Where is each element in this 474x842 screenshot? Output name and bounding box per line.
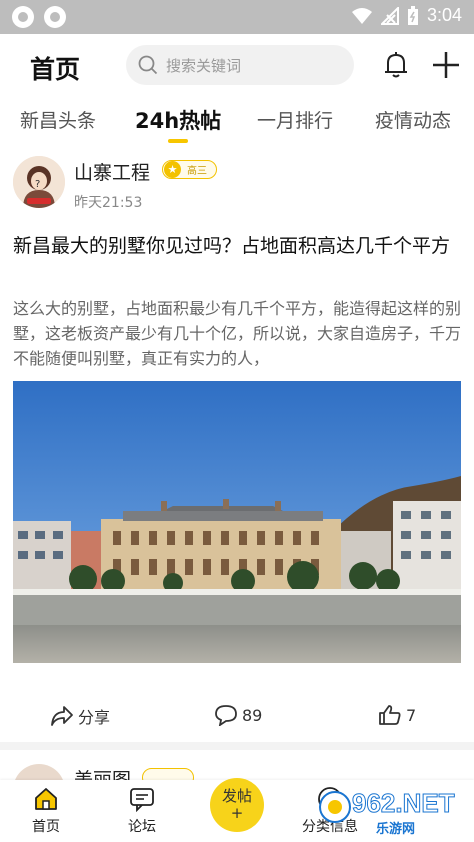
nav-forum-label: 论坛 bbox=[128, 819, 156, 835]
status-bar: 3:04 bbox=[0, 0, 474, 34]
badge-label: 高三 bbox=[187, 166, 207, 177]
like-button[interactable]: 7 bbox=[378, 704, 416, 726]
bell-icon[interactable] bbox=[383, 51, 409, 79]
active-tab-indicator bbox=[168, 139, 188, 143]
nav-home[interactable]: 首页 bbox=[16, 786, 76, 836]
add-icon[interactable] bbox=[432, 51, 460, 79]
comment-icon bbox=[215, 705, 237, 726]
tab-monthly-ranking[interactable]: 一月排行 bbox=[257, 106, 333, 133]
next-post-card[interactable]: 美丽图 bbox=[0, 750, 474, 780]
battery-icon bbox=[407, 5, 418, 25]
status-time: 3:04 bbox=[426, 5, 462, 25]
home-icon bbox=[35, 788, 57, 810]
post-author[interactable]: 山寨工程 bbox=[74, 158, 150, 185]
user-level-badge bbox=[142, 768, 194, 780]
page-title: 首页 bbox=[30, 55, 81, 84]
wifi-icon bbox=[351, 7, 372, 24]
nav-forum[interactable]: 论坛 bbox=[112, 786, 172, 836]
post-title[interactable]: 新昌最大的别墅你见过吗？占地面积高达几千个平方 bbox=[13, 232, 463, 260]
watermark-subtext: 乐游网 bbox=[376, 822, 416, 837]
search-placeholder: 搜索关键词 bbox=[166, 56, 242, 75]
avatar[interactable]: ? bbox=[13, 156, 65, 208]
header: 首页 搜索关键词 bbox=[0, 34, 474, 98]
avatar[interactable] bbox=[13, 764, 65, 780]
create-post-label: 发帖 bbox=[221, 787, 252, 805]
user-level-badge: ★ 高三 bbox=[162, 160, 217, 179]
comment-count: 89 bbox=[242, 705, 263, 725]
share-icon bbox=[51, 706, 73, 726]
share-button[interactable]: 分享 bbox=[50, 704, 110, 728]
watermark-text: 962.NET bbox=[352, 788, 456, 819]
post-excerpt[interactable]: 这么大的别墅，占地面积最少有几千个平方，能造得起这样的别墅，这老板资产最少有几十… bbox=[13, 296, 463, 371]
post-actions: 分享 89 7 bbox=[0, 700, 474, 736]
search-icon bbox=[138, 55, 158, 75]
tab-xinchang-headlines[interactable]: 新昌头条 bbox=[20, 106, 96, 133]
svg-text:?: ? bbox=[35, 179, 40, 190]
tab-bar: 新昌头条 24h热帖 一月排行 疫情动态 bbox=[0, 98, 474, 148]
post-time: 昨天21:53 bbox=[74, 195, 143, 211]
post-author[interactable]: 美丽图 bbox=[74, 765, 131, 780]
tab-epidemic-news[interactable]: 疫情动态 bbox=[375, 106, 451, 133]
notification-app-icon bbox=[44, 6, 66, 28]
like-count: 7 bbox=[406, 705, 417, 725]
signal-icon bbox=[380, 6, 399, 25]
star-icon: ★ bbox=[164, 161, 181, 178]
search-input[interactable]: 搜索关键词 bbox=[126, 45, 354, 85]
nav-home-label: 首页 bbox=[32, 819, 60, 835]
post-image[interactable] bbox=[13, 381, 461, 663]
share-label: 分享 bbox=[78, 708, 111, 727]
post-divider bbox=[0, 742, 474, 750]
create-post-button[interactable]: 发帖 + bbox=[210, 778, 264, 832]
site-watermark: 962.NET 乐游网 bbox=[318, 786, 470, 837]
watermark-logo-icon bbox=[319, 791, 351, 823]
thumbs-up-icon bbox=[379, 705, 401, 725]
post-card[interactable]: ? 山寨工程 ★ 高三 昨天21:53 新昌最大的别墅你见过吗？占地面积高达几千… bbox=[0, 148, 474, 742]
notification-app-icon bbox=[12, 6, 34, 28]
create-post-plus: + bbox=[230, 804, 244, 822]
comment-button[interactable]: 89 bbox=[214, 704, 262, 726]
tab-24h-hot[interactable]: 24h热帖 bbox=[135, 105, 221, 135]
forum-icon bbox=[130, 788, 154, 812]
